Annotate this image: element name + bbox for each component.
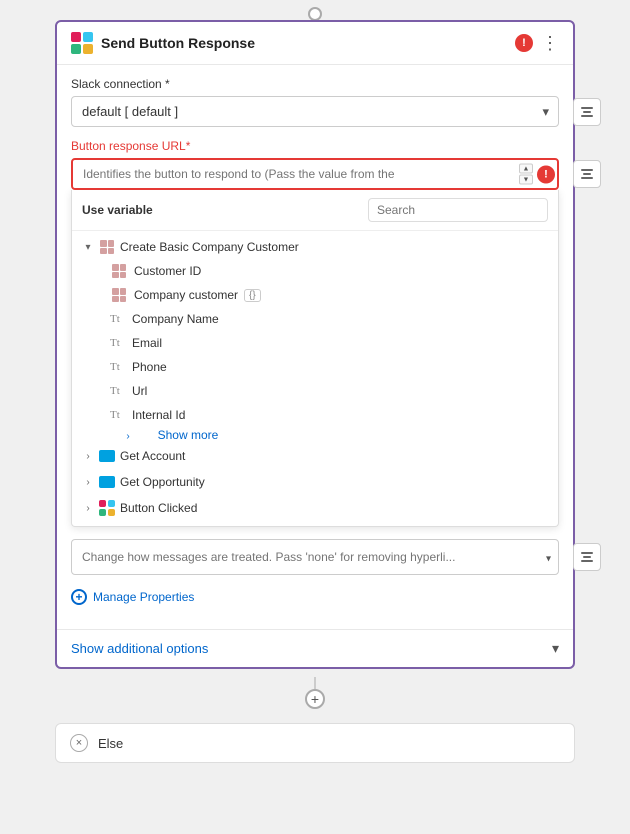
bottom-field-config-btn[interactable]	[573, 543, 601, 571]
create-company-children: Customer ID Company customer	[72, 259, 558, 442]
company-customer-label: Company customer	[134, 288, 238, 302]
customer-id-node[interactable]: Customer ID	[100, 259, 558, 283]
show-more-button[interactable]: Show more	[142, 424, 229, 446]
variable-dropdown: Use variable ▾ Create B	[71, 190, 559, 527]
manage-properties-label: Manage Properties	[93, 590, 194, 604]
url-node[interactable]: Tt Url	[100, 379, 558, 403]
url-arrow-up[interactable]: ▲	[519, 164, 533, 174]
get-account-section: › Get Account	[72, 444, 558, 468]
card-body: Slack connection * default [ default ] ▾…	[57, 65, 573, 629]
chevron-right-icon-account: ›	[82, 451, 94, 462]
chevron-right-icon-btn: ›	[82, 503, 94, 514]
get-opportunity-section: › Get Opportunity	[72, 470, 558, 494]
show-more-wrapper: › Show more	[100, 427, 558, 442]
create-company-label: Create Basic Company Customer	[120, 240, 548, 254]
button-clicked-label: Button Clicked	[120, 501, 548, 515]
get-opportunity-label: Get Opportunity	[120, 475, 548, 489]
url-field-wrapper: ▲ ▼ !	[71, 158, 559, 190]
url-config-btn[interactable]	[573, 160, 601, 188]
customer-id-icon	[110, 264, 128, 278]
email-node[interactable]: Tt Email	[100, 331, 558, 355]
get-account-icon	[98, 449, 116, 463]
chevron-right-icon-opp: ›	[82, 477, 94, 488]
url-arrow-down[interactable]: ▼	[519, 175, 533, 185]
chevron-down-icon: ▾	[82, 242, 94, 253]
card-header: Send Button Response ! ⋮	[57, 22, 573, 65]
button-clicked-node[interactable]: › Button Clicked	[72, 496, 558, 520]
slack-connection-wrapper: default [ default ] ▾	[71, 96, 559, 127]
card-title: Send Button Response	[101, 35, 255, 51]
get-opportunity-icon	[98, 475, 116, 489]
else-close-button[interactable]: ×	[70, 734, 88, 752]
show-additional-label: Show additional options	[71, 641, 208, 656]
header-error-badge: !	[515, 34, 533, 52]
else-card: × Else	[55, 723, 575, 763]
add-connector: +	[305, 677, 325, 709]
button-clicked-section: › Button Clicked	[72, 496, 558, 520]
company-name-label: Company Name	[132, 312, 219, 326]
button-clicked-icon	[98, 501, 116, 515]
bottom-field-wrapper: ▾	[71, 539, 559, 575]
send-button-response-card: Send Button Response ! ⋮ Slack connectio…	[55, 20, 575, 669]
use-variable-label: Use variable	[82, 203, 153, 217]
url-input[interactable]	[71, 158, 559, 190]
slack-connection-config-btn[interactable]	[573, 98, 601, 126]
card-header-right: ! ⋮	[515, 34, 559, 52]
text-type-icon-internal: Tt	[110, 409, 126, 421]
company-customer-badge: {}	[244, 289, 261, 302]
slack-connection-label: Slack connection *	[71, 77, 559, 91]
tree-container: ▾ Create Basic Company Customer	[72, 231, 558, 526]
bottom-field-input[interactable]	[71, 539, 559, 575]
company-customer-node[interactable]: Company customer {}	[100, 283, 558, 307]
url-error-icon: !	[537, 165, 555, 183]
button-response-url-label: Button response URL*	[71, 139, 559, 153]
config-icon	[581, 107, 593, 117]
show-additional-chevron-icon: ▾	[552, 640, 559, 657]
text-type-icon-url: Tt	[110, 385, 126, 397]
else-label: Else	[98, 736, 123, 751]
internal-id-label: Internal Id	[132, 408, 185, 422]
kebab-menu-icon[interactable]: ⋮	[541, 34, 559, 52]
slack-icon	[71, 32, 93, 54]
search-input[interactable]	[368, 198, 548, 222]
manage-properties-btn[interactable]: + Manage Properties	[71, 585, 559, 609]
get-account-label: Get Account	[120, 449, 548, 463]
show-more-chevron: ›	[122, 431, 134, 442]
get-account-node[interactable]: › Get Account	[72, 444, 558, 468]
connector-line	[314, 677, 316, 689]
show-additional-btn[interactable]: Show additional options ▾	[57, 629, 573, 667]
card-header-left: Send Button Response	[71, 32, 255, 54]
url-field-actions: ▲ ▼ !	[519, 164, 555, 185]
url-arrow-buttons: ▲ ▼	[519, 164, 533, 185]
text-type-icon-email: Tt	[110, 337, 126, 349]
text-type-icon-phone: Tt	[110, 361, 126, 373]
create-company-node[interactable]: ▾ Create Basic Company Customer	[72, 235, 558, 259]
email-label: Email	[132, 336, 162, 350]
url-label: Url	[132, 384, 147, 398]
config-icon-bottom	[581, 552, 593, 562]
top-connector-circle	[308, 7, 322, 21]
phone-node[interactable]: Tt Phone	[100, 355, 558, 379]
config-icon-url	[581, 169, 593, 179]
manage-properties-icon: +	[71, 589, 87, 605]
variable-header: Use variable	[72, 190, 558, 231]
text-type-icon: Tt	[110, 313, 126, 325]
company-customer-icon	[110, 288, 128, 302]
company-name-node[interactable]: Tt Company Name	[100, 307, 558, 331]
get-opportunity-node[interactable]: › Get Opportunity	[72, 470, 558, 494]
phone-label: Phone	[132, 360, 167, 374]
create-company-icon	[98, 240, 116, 254]
slack-connection-select[interactable]: default [ default ]	[71, 96, 559, 127]
customer-id-label: Customer ID	[134, 264, 201, 278]
create-company-section: ▾ Create Basic Company Customer	[72, 235, 558, 442]
add-node-button[interactable]: +	[305, 689, 325, 709]
